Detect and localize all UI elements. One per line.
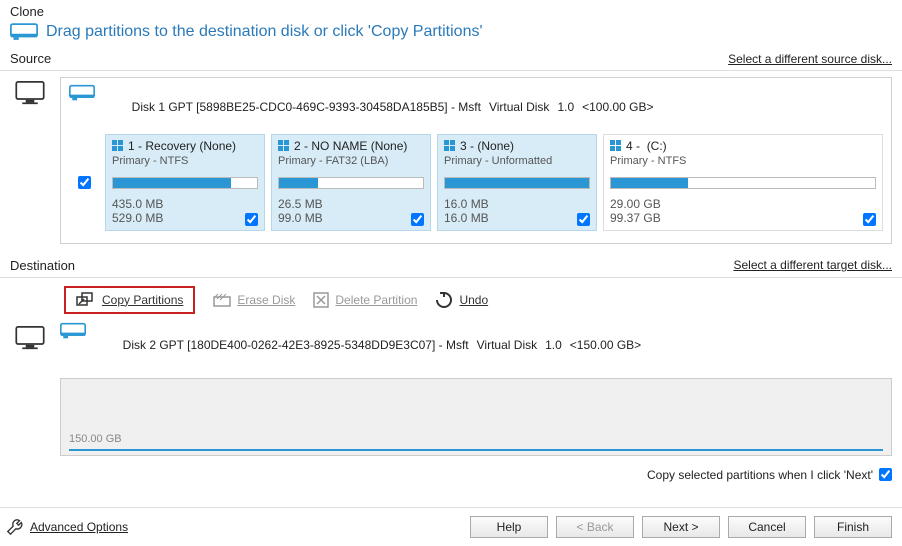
usage-bar	[112, 177, 258, 189]
divider	[0, 277, 902, 278]
usage-bar	[278, 177, 424, 189]
back-button[interactable]: < Back	[556, 516, 634, 538]
partition-4-checkbox[interactable]	[863, 213, 876, 226]
disk-icon	[10, 23, 38, 41]
erase-icon	[213, 293, 231, 307]
usage-bar	[610, 177, 876, 189]
partition-1-checkbox[interactable]	[245, 213, 258, 226]
windows-icon	[610, 140, 622, 152]
windows-icon	[112, 140, 124, 152]
help-button[interactable]: Help	[470, 516, 548, 538]
copy-partitions-button[interactable]: Copy Partitions	[76, 292, 183, 308]
cancel-button[interactable]: Cancel	[728, 516, 806, 538]
destination-disk-bar[interactable]: 150.00 GB	[60, 378, 892, 456]
source-disk-panel: Disk 1 GPT [5898BE25-CDC0-469C-9393-3045…	[60, 77, 892, 244]
advanced-options-link[interactable]: Advanced Options	[6, 518, 128, 536]
source-label: Source	[10, 51, 51, 66]
monitor-icon	[15, 81, 45, 105]
copy-next-label: Copy selected partitions when I click 'N…	[647, 468, 873, 482]
disk-icon	[60, 322, 86, 340]
monitor-icon	[15, 326, 45, 350]
select-source-link[interactable]: Select a different source disk...	[728, 52, 892, 66]
erase-disk-button[interactable]: Erase Disk	[213, 293, 295, 307]
delete-partition-button[interactable]: Delete Partition	[313, 292, 417, 308]
windows-icon	[444, 140, 456, 152]
select-target-link[interactable]: Select a different target disk...	[733, 258, 892, 272]
windows-icon	[278, 140, 290, 152]
disk-icon	[69, 84, 95, 102]
hint-row: Drag partitions to the destination disk …	[0, 21, 902, 49]
source-disk-info: Disk 1 GPT [5898BE25-CDC0-469C-9393-3045…	[101, 84, 662, 134]
delete-icon	[313, 292, 329, 308]
hint-text: Drag partitions to the destination disk …	[46, 23, 483, 41]
partition-3-checkbox[interactable]	[577, 213, 590, 226]
partition-1[interactable]: 1 - Recovery (None) Primary - NTFS 435.0…	[105, 134, 265, 231]
partition-4[interactable]: 4 - (C:) Primary - NTFS 29.00 GB99.37 GB	[603, 134, 883, 231]
destination-free-size: 150.00 GB	[69, 433, 883, 445]
copy-partitions-highlight: Copy Partitions	[64, 286, 195, 314]
destination-disk-info: Disk 2 GPT [180DE400-0262-42E3-8925-5348…	[92, 322, 649, 372]
select-all-partitions-checkbox[interactable]	[78, 176, 91, 189]
copy-icon	[76, 292, 96, 308]
finish-button[interactable]: Finish	[814, 516, 892, 538]
partition-2[interactable]: 2 - NO NAME (None) Primary - FAT32 (LBA)…	[271, 134, 431, 231]
partition-3[interactable]: 3 - (None) Primary - Unformatted 16.0 MB…	[437, 134, 597, 231]
wrench-icon	[6, 518, 24, 536]
partition-2-checkbox[interactable]	[411, 213, 424, 226]
destination-toolbar: Copy Partitions Erase Disk Delete Partit…	[0, 280, 902, 318]
undo-icon	[435, 291, 453, 309]
page-title: Clone	[0, 0, 902, 21]
divider	[0, 70, 902, 71]
undo-button[interactable]: Undo	[435, 291, 488, 309]
copy-next-checkbox[interactable]	[879, 468, 892, 481]
usage-bar	[444, 177, 590, 189]
next-button[interactable]: Next >	[642, 516, 720, 538]
destination-label: Destination	[10, 258, 75, 273]
